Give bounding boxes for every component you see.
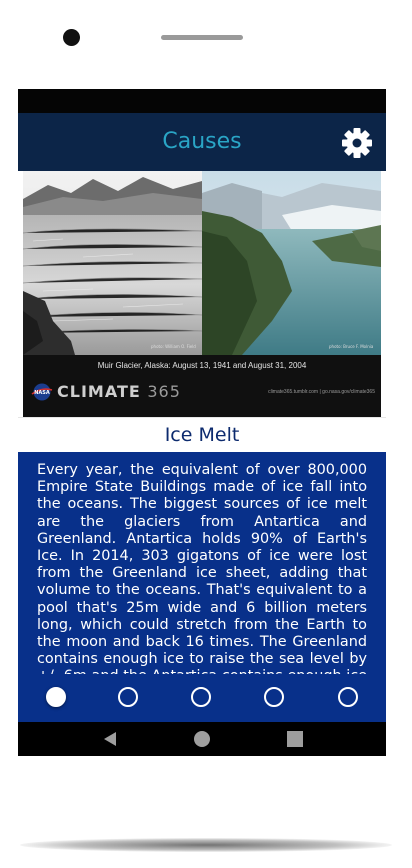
recents-button[interactable]	[271, 722, 319, 756]
svg-text:NASA: NASA	[34, 390, 50, 396]
recents-square-icon	[287, 731, 303, 747]
page-dot-3[interactable]	[191, 687, 211, 707]
page-dot-1[interactable]	[46, 687, 66, 707]
page-dot-4[interactable]	[264, 687, 284, 707]
glacier-1941-photo	[23, 171, 202, 355]
back-button[interactable]	[85, 722, 133, 756]
glacier-2004-photo	[202, 171, 381, 355]
page-dot-5[interactable]	[338, 687, 358, 707]
brand-urls: climate365.tumblr.com | go.nasa.gov/clim…	[268, 389, 375, 395]
back-triangle-icon	[104, 732, 116, 746]
hero-image-panel: photo: William O. Field photo: Bruce F. …	[18, 171, 386, 417]
home-button[interactable]	[178, 722, 226, 756]
photo-credit-left: photo: William O. Field	[151, 344, 196, 349]
photo-caption: Muir Glacier, Alaska: August 13, 1941 an…	[97, 361, 307, 370]
photo-credit-right: photo: Bruce F. Molnia	[329, 344, 374, 349]
status-bar	[18, 89, 386, 113]
brand-number: 365	[147, 382, 181, 401]
gear-icon[interactable]	[341, 127, 373, 159]
front-camera	[63, 29, 80, 46]
page-dot-2[interactable]	[118, 687, 138, 707]
home-circle-icon	[194, 731, 210, 747]
image-caption-strip: Muir Glacier, Alaska: August 13, 1941 an…	[23, 355, 381, 417]
brand-name: CLIMATE	[57, 382, 141, 401]
glacier-comparison-image: photo: William O. Field photo: Bruce F. …	[23, 171, 381, 417]
page-title: Causes	[162, 129, 242, 154]
phone-screen: Causes photo: William O. Field photo: Br…	[18, 89, 386, 756]
app-header: Causes	[18, 113, 386, 171]
body-text: Every year, the equivalent of over 800,0…	[37, 462, 367, 702]
page-indicator	[18, 674, 386, 722]
phone-shadow	[20, 838, 392, 852]
system-nav-bar	[18, 722, 386, 756]
earpiece-speaker	[161, 35, 243, 40]
section-title-bar: Ice Melt	[18, 417, 386, 453]
climate-365-brand: CLIMATE 365	[57, 382, 181, 401]
section-title: Ice Melt	[164, 424, 240, 446]
nasa-logo: NASA	[31, 383, 53, 401]
